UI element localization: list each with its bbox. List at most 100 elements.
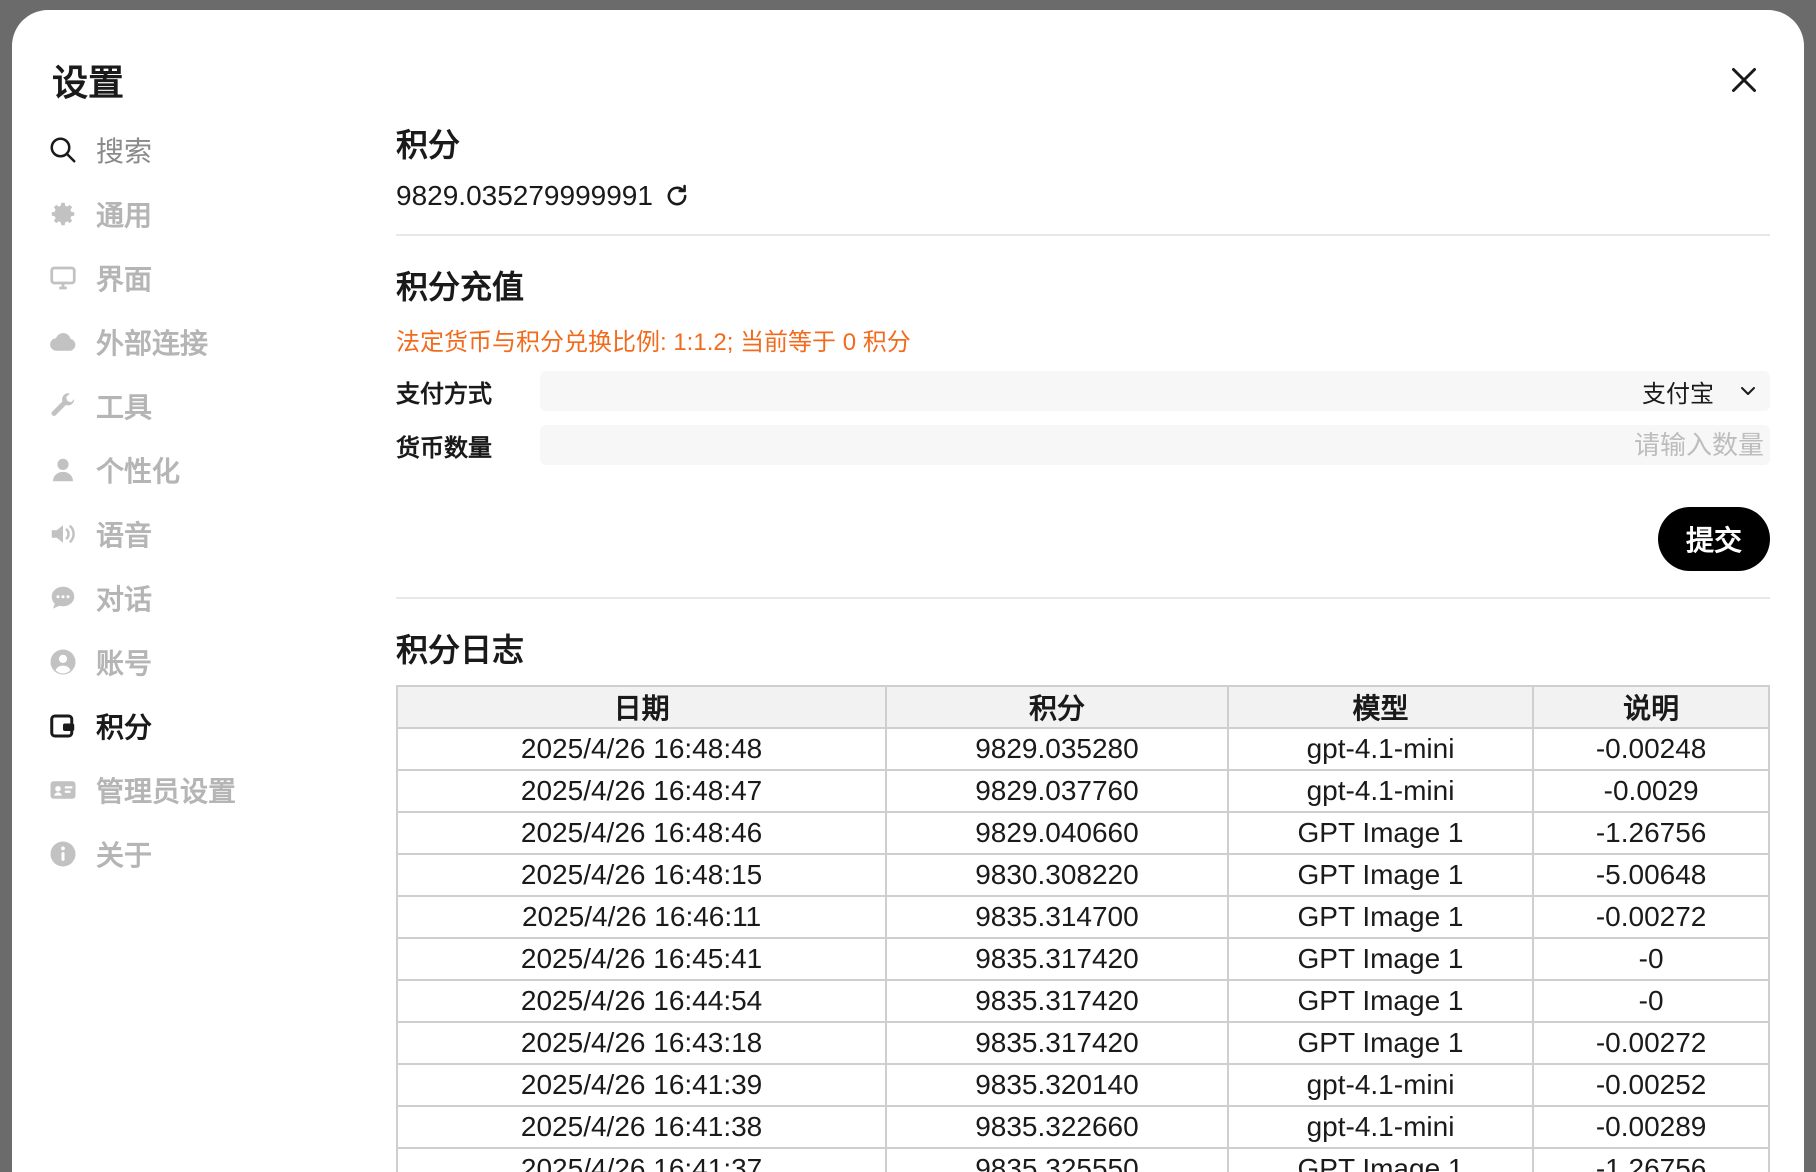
cell-date: 2025/4/26 16:48:48 bbox=[395, 727, 888, 771]
cell-date: 2025/4/26 16:46:11 bbox=[395, 895, 888, 939]
cell-points: 9835.317420 bbox=[885, 979, 1229, 1023]
refresh-icon[interactable] bbox=[663, 182, 691, 210]
submit-button[interactable]: 提交 bbox=[1658, 507, 1770, 571]
sidebar-item-about[interactable]: 关于 bbox=[48, 822, 308, 886]
table-row: 2025/4/26 16:43:18 9835.317420 GPT Image… bbox=[395, 1021, 1770, 1065]
sidebar-item-admin-settings[interactable]: 管理员设置 bbox=[48, 758, 308, 822]
log-section-title: 积分日志 bbox=[396, 632, 525, 668]
cell-model: GPT Image 1 bbox=[1226, 979, 1535, 1023]
sidebar-item-label: 积分 bbox=[96, 712, 153, 743]
cell-model: gpt-4.1-mini bbox=[1226, 1105, 1535, 1149]
cell-date: 2025/4/26 16:48:47 bbox=[395, 769, 888, 813]
points-log-table: 日期 积分 模型 说明 2025/4/26 16:48:48 9829.0352… bbox=[395, 685, 1770, 1172]
table-row: 2025/4/26 16:41:39 9835.320140 gpt-4.1-m… bbox=[395, 1063, 1770, 1107]
cell-points: 9835.314700 bbox=[885, 895, 1229, 939]
cell-points: 9835.317420 bbox=[885, 1021, 1229, 1065]
cell-model: GPT Image 1 bbox=[1226, 895, 1535, 939]
cell-date: 2025/4/26 16:48:46 bbox=[395, 811, 888, 855]
cell-model: GPT Image 1 bbox=[1226, 937, 1535, 981]
gear-icon bbox=[48, 199, 78, 229]
cell-points: 9830.308220 bbox=[885, 853, 1229, 897]
cell-points: 9829.037760 bbox=[885, 769, 1229, 813]
sidebar-item-label: 界面 bbox=[96, 264, 153, 295]
speaker-icon bbox=[48, 519, 78, 549]
submit-wrap: 提交 bbox=[396, 507, 1770, 571]
points-section-title: 积分 bbox=[396, 127, 461, 163]
cloud-icon bbox=[48, 327, 78, 357]
sidebar-item-label: 工具 bbox=[96, 392, 153, 423]
table-row: 2025/4/26 16:41:38 9835.322660 gpt-4.1-m… bbox=[395, 1105, 1770, 1149]
info-icon bbox=[48, 839, 78, 869]
search-icon bbox=[48, 135, 78, 165]
sidebar-item-label: 管理员设置 bbox=[96, 776, 237, 807]
sidebar-item-label: 外部连接 bbox=[96, 328, 209, 359]
id-card-icon bbox=[48, 775, 78, 805]
cell-points: 9835.325550 bbox=[885, 1147, 1229, 1172]
table-header-row: 日期 积分 模型 说明 bbox=[395, 685, 1770, 729]
sidebar-item-label: 语音 bbox=[96, 520, 153, 551]
sidebar-item-label: 个性化 bbox=[96, 456, 181, 487]
cell-description: -0.00252 bbox=[1532, 1063, 1770, 1107]
sidebar-item-points[interactable]: 积分 bbox=[48, 694, 308, 758]
sidebar-item-audio[interactable]: 语音 bbox=[48, 502, 308, 566]
sidebar-item-label: 关于 bbox=[96, 840, 153, 871]
monitor-icon bbox=[48, 263, 78, 293]
cell-model: GPT Image 1 bbox=[1226, 1147, 1535, 1172]
close-icon[interactable] bbox=[1726, 62, 1762, 98]
cell-model: GPT Image 1 bbox=[1226, 811, 1535, 855]
cell-model: gpt-4.1-mini bbox=[1226, 769, 1535, 813]
points-balance-row: 9829.035279999991 bbox=[396, 180, 1770, 212]
cell-description: -1.26756 bbox=[1532, 811, 1770, 855]
sidebar-item-label: 搜索 bbox=[96, 136, 153, 167]
recharge-section-title: 积分充值 bbox=[396, 269, 525, 305]
sidebar-item-search[interactable]: 搜索 bbox=[48, 118, 308, 182]
currency-amount-input[interactable] bbox=[550, 424, 1766, 466]
currency-amount-field bbox=[540, 424, 1770, 466]
cell-description: -1.26756 bbox=[1532, 1147, 1770, 1172]
sidebar-item-label: 账号 bbox=[96, 648, 153, 679]
sidebar-item-chats[interactable]: 对话 bbox=[48, 566, 308, 630]
cell-model: gpt-4.1-mini bbox=[1226, 1063, 1535, 1107]
cell-date: 2025/4/26 16:41:38 bbox=[395, 1105, 888, 1149]
sidebar-item-account[interactable]: 账号 bbox=[48, 630, 308, 694]
payment-method-row: 支付方式 支付宝 bbox=[396, 371, 1770, 411]
column-header-date: 日期 bbox=[395, 685, 888, 729]
sidebar-item-personalization[interactable]: 个性化 bbox=[48, 438, 308, 502]
column-header-description: 说明 bbox=[1532, 685, 1770, 729]
currency-amount-row: 货币数量 bbox=[396, 424, 1770, 466]
sidebar-item-general[interactable]: 通用 bbox=[48, 182, 308, 246]
table-row: 2025/4/26 16:48:48 9829.035280 gpt-4.1-m… bbox=[395, 727, 1770, 771]
cell-date: 2025/4/26 16:41:39 bbox=[395, 1063, 888, 1107]
cell-date: 2025/4/26 16:43:18 bbox=[395, 1021, 888, 1065]
cell-description: -0.00272 bbox=[1532, 895, 1770, 939]
table-row: 2025/4/26 16:48:46 9829.040660 GPT Image… bbox=[395, 811, 1770, 855]
cell-date: 2025/4/26 16:45:41 bbox=[395, 937, 888, 981]
sidebar-item-connections[interactable]: 外部连接 bbox=[48, 310, 308, 374]
cell-date: 2025/4/26 16:48:15 bbox=[395, 853, 888, 897]
sidebar-item-interface[interactable]: 界面 bbox=[48, 246, 308, 310]
settings-modal: 设置 搜索 通用 界面 外部连接 工具 个性化 语音 对话 账号 积分 管理员设… bbox=[12, 10, 1804, 1172]
cell-description: -0.0029 bbox=[1532, 769, 1770, 813]
cell-points: 9829.040660 bbox=[885, 811, 1229, 855]
exchange-rate-hint: 法定货币与积分兑换比例: 1:1.2; 当前等于 0 积分 bbox=[396, 329, 911, 356]
payment-method-value: 支付宝 bbox=[1642, 380, 1714, 408]
payment-method-label: 支付方式 bbox=[396, 380, 492, 408]
sidebar-item-label: 对话 bbox=[96, 584, 153, 615]
section-divider bbox=[396, 597, 1770, 599]
sidebar-item-label: 通用 bbox=[96, 200, 153, 231]
settings-sidebar: 搜索 通用 界面 外部连接 工具 个性化 语音 对话 账号 积分 管理员设置 关… bbox=[48, 118, 308, 886]
points-panel: 积分 9829.035279999991 积分充值 法定货币与积分兑换比例: 1… bbox=[395, 120, 1770, 1172]
wrench-icon bbox=[48, 391, 78, 421]
cell-model: GPT Image 1 bbox=[1226, 1021, 1535, 1065]
person-icon bbox=[48, 455, 78, 485]
cell-points: 9835.322660 bbox=[885, 1105, 1229, 1149]
points-balance: 9829.035279999991 bbox=[396, 180, 653, 211]
section-divider bbox=[396, 234, 1770, 236]
table-row: 2025/4/26 16:48:47 9829.037760 gpt-4.1-m… bbox=[395, 769, 1770, 813]
table-row: 2025/4/26 16:45:41 9835.317420 GPT Image… bbox=[395, 937, 1770, 981]
table-row: 2025/4/26 16:48:15 9830.308220 GPT Image… bbox=[395, 853, 1770, 897]
sidebar-item-tools[interactable]: 工具 bbox=[48, 374, 308, 438]
column-header-model: 模型 bbox=[1226, 685, 1535, 729]
cell-model: gpt-4.1-mini bbox=[1226, 727, 1535, 771]
payment-method-select[interactable]: 支付宝 bbox=[540, 371, 1770, 411]
